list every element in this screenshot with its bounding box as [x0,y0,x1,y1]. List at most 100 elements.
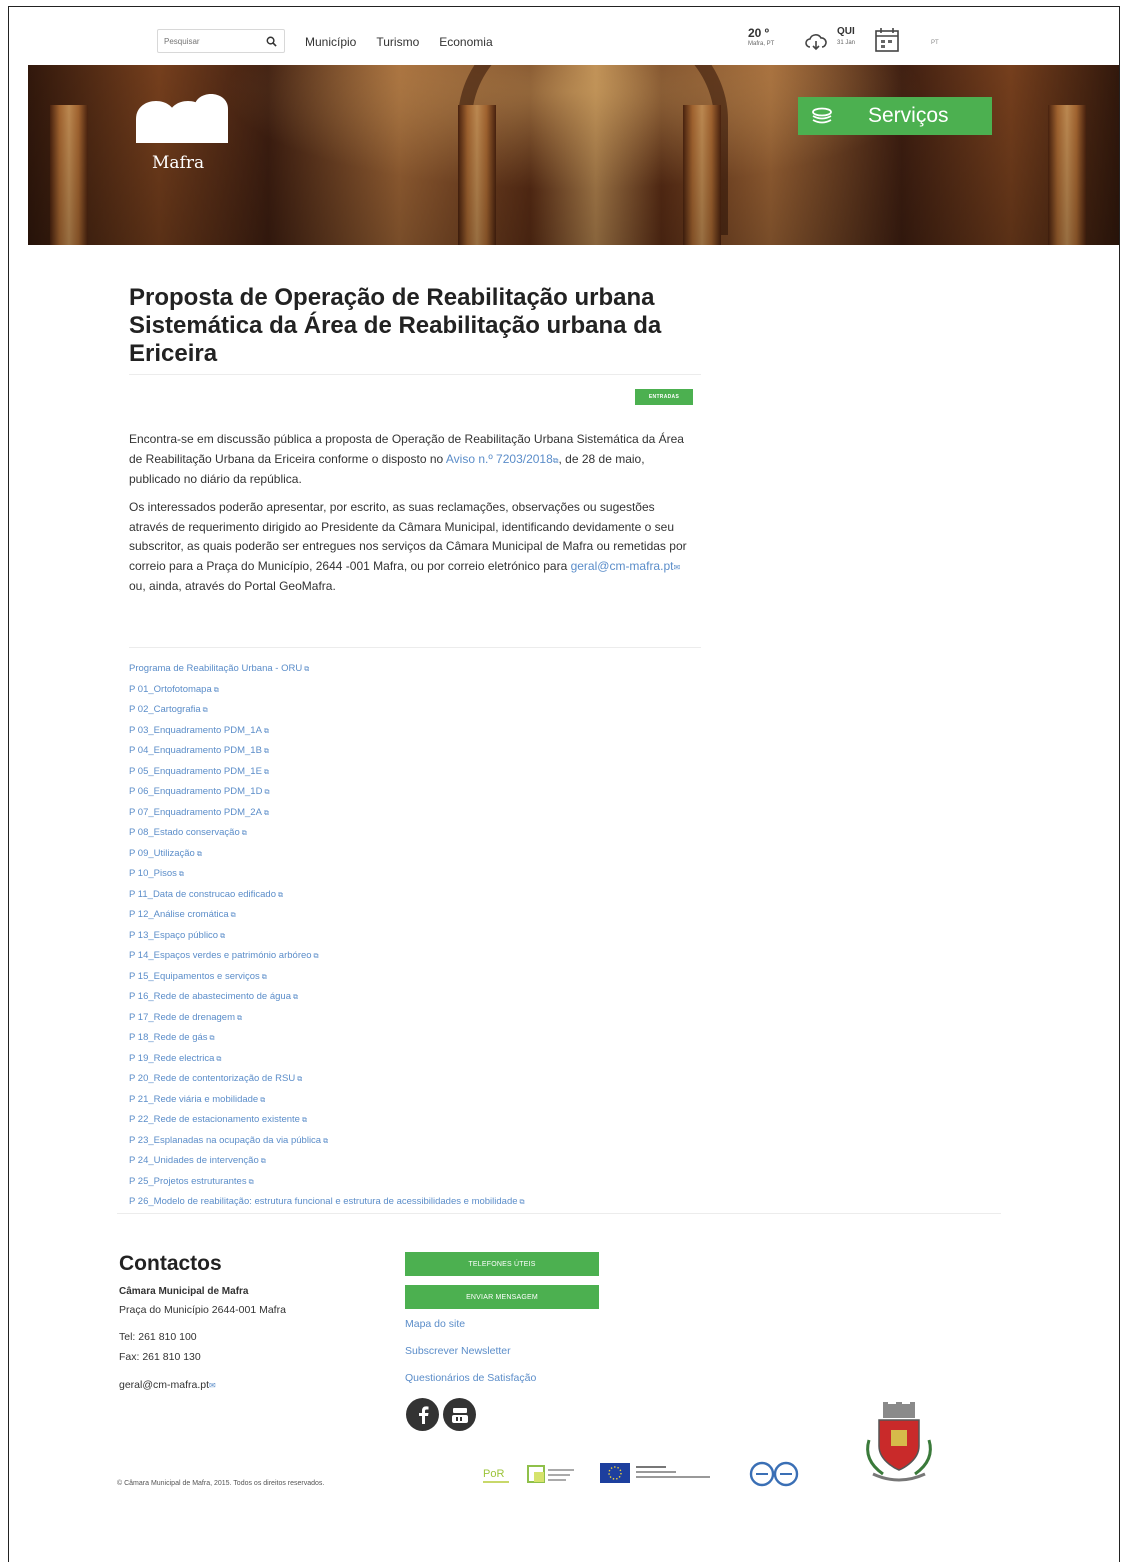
search-icon [266,36,277,47]
useful-phones-button[interactable]: TELEFONES ÚTEIS [405,1252,599,1276]
logo-text: Mafra [152,153,205,173]
document-link-label: P 08_Estado conservação [129,827,240,838]
weekday: QUI [837,26,855,37]
external-link-icon: ⧉ [263,727,269,735]
eu-feder-logo[interactable] [598,1459,720,1487]
external-link-icon: ⧉ [202,707,208,714]
document-link[interactable]: P 22_Rede de estacionamento existente ⧉ [129,1110,525,1131]
external-link-icon: ⧉ [304,666,310,673]
youtube-glyph [451,1407,468,1423]
document-link[interactable]: P 14_Espaços verdes e património arbóreo… [129,946,525,967]
document-link[interactable]: P 15_Equipamentos e serviços ⧉ [129,967,525,988]
external-link-icon: ⧉ [209,1035,215,1042]
document-list: Programa de Reabilitação Urbana - ORU ⧉ P … [129,659,525,1213]
document-link-label: Programa de Reabilitação Urbana - ORU [129,663,303,674]
services-button[interactable]: Serviços [798,97,992,135]
document-link-label: P 14_Espaços verdes e património arbóreo [129,950,312,961]
document-link[interactable]: P 24_Unidades de intervenção ⧉ [129,1151,525,1172]
category-badge[interactable]: ENTRADAS [635,389,693,405]
coat-of-arms-logo[interactable] [859,1400,939,1488]
document-link[interactable]: P 20_Rede de contentorização de RSU ⧉ [129,1069,525,1090]
cloud-download-icon [805,34,827,51]
sitemap-link[interactable]: Mapa do site [405,1318,465,1330]
document-link[interactable]: P 13_Espaço público ⧉ [129,926,525,947]
weather-location: Mafra, PT [748,41,775,47]
document-link-label: P 10_Pisos [129,868,177,879]
calendar-icon[interactable] [874,27,900,53]
por-lisboa-logo[interactable]: PoR [481,1463,515,1487]
document-link-label: P 04_Enquadramento PDM_1B [129,745,262,756]
nav-turismo[interactable]: Turismo [376,35,419,49]
document-link[interactable]: P 01_Ortofotomapa ⧉ [129,680,525,701]
svg-text:PoR: PoR [483,1468,504,1480]
document-link-label: P 24_Unidades de intervenção [129,1155,259,1166]
fax-number: Fax: 261 810 130 [119,1351,201,1363]
document-link-label: P 21_Rede viária e mobilidade [129,1093,259,1105]
external-link-icon: ⧉ [213,686,219,694]
external-link-icon: ⧉ [230,912,236,919]
main-nav: Município Turismo Economia [305,35,493,49]
nav-municipio[interactable]: Município [305,35,356,49]
document-link[interactable]: P 07_Enquadramento PDM_2A ⧉ [129,803,525,824]
nav-economia[interactable]: Economia [439,35,492,49]
document-link[interactable]: P 17_Rede de drenagem ⧉ [129,1008,525,1029]
submission-paragraph: Os interessados poderão apresentar, por … [129,498,695,597]
facebook-icon[interactable] [406,1398,439,1431]
document-link-label: P 18_Rede de gás [129,1032,208,1043]
facebook-glyph [418,1405,428,1424]
search-button[interactable] [262,32,280,50]
document-link-label: P 15_Equipamentos e serviços [129,970,260,982]
intro-paragraph: Encontra-se em discussão pública a propo… [129,430,695,490]
document-link-label: P 22_Rede de estacionamento existente [129,1114,300,1125]
document-link[interactable]: P 23_Esplanadas na ocupação da via públi… [129,1131,525,1152]
page-title: Proposta de Operação de Reabilitação urb… [129,284,662,367]
document-link[interactable]: P 19_Rede electrica ⧉ [129,1049,525,1070]
document-link[interactable]: P 11_Data de construcao edificado ⧉ [129,885,525,906]
document-link[interactable]: P 26_Modelo de reabilitação: estrutura f… [129,1192,525,1213]
document-link[interactable]: P 03_Enquadramento PDM_1A ⧉ [129,721,525,742]
search-input[interactable] [164,31,262,51]
document-link[interactable]: P 02_Cartografia ⧉ [129,700,525,721]
date-text: 31 Jan [837,40,856,46]
external-link-icon: ⧉ [301,1117,307,1124]
certification-logo[interactable] [746,1459,804,1489]
external-link-icon: ⧉ [261,973,267,981]
hero-banner: Mafra Serviços [28,65,1119,245]
document-link[interactable]: P 18_Rede de gás ⧉ [129,1028,525,1049]
document-link-label: P 03_Enquadramento PDM_1A [129,724,262,736]
org-name: Câmara Municipal de Mafra [119,1286,249,1297]
qren-logo[interactable] [526,1463,578,1487]
external-link-icon: ⧉ [519,1199,525,1206]
external-link-icon: ⧉ [263,768,269,776]
survey-link[interactable]: Questionários de Satisfação [405,1372,536,1384]
footer-email-link[interactable]: geral@cm-mafra.pt✉ [119,1379,216,1391]
document-link-label: P 20_Rede de contentorização de RSU [129,1073,296,1084]
document-link[interactable]: P 05_Enquadramento PDM_1E ⧉ [129,762,525,783]
send-message-button[interactable]: ENVIAR MENSAGEM [405,1285,599,1309]
copyright-text: © Câmara Municipal de Mafra, 2015. Todos… [117,1480,325,1487]
document-link[interactable]: P 21_Rede viária e mobilidade ⧉ [129,1090,525,1111]
document-link[interactable]: P 16_Rede de abastecimento de água ⧉ [129,987,525,1008]
document-link-label: P 06_Enquadramento PDM_1D [129,786,263,797]
document-link[interactable]: Programa de Reabilitação Urbana - ORU ⧉ [129,659,525,680]
document-link-label: P 13_Espaço público [129,929,219,941]
contacts-title: Contactos [119,1252,222,1275]
aviso-link[interactable]: Aviso n.º 7203/2018 [446,452,553,466]
document-link[interactable]: P 09_Utilização ⧉ [129,844,525,865]
document-link[interactable]: P 25_Projetos estruturantes ⧉ [129,1172,525,1193]
document-link[interactable]: P 10_Pisos ⧉ [129,864,525,885]
email-link[interactable]: geral@cm-mafra.pt [571,559,674,573]
external-link-icon: ⧉ [264,789,270,796]
newsletter-link[interactable]: Subscrever Newsletter [405,1345,511,1357]
language-selector[interactable]: PT [931,40,939,46]
document-link[interactable]: P 04_Enquadramento PDM_1B ⧉ [129,741,525,762]
document-link[interactable]: P 12_Análise cromática ⧉ [129,905,525,926]
external-link-icon: ⧉ [237,1014,242,1022]
document-link[interactable]: P 06_Enquadramento PDM_1D ⧉ [129,782,525,803]
document-link-label: P 11_Data de construcao edificado [129,888,276,900]
stack-icon [812,107,832,124]
youtube-icon[interactable] [443,1398,476,1431]
top-bar: Município Turismo Economia 20 º Mafra, P… [9,7,1119,65]
document-link[interactable]: P 08_Estado conservação ⧉ [129,823,525,844]
phone-number: Tel: 261 810 100 [119,1331,197,1343]
